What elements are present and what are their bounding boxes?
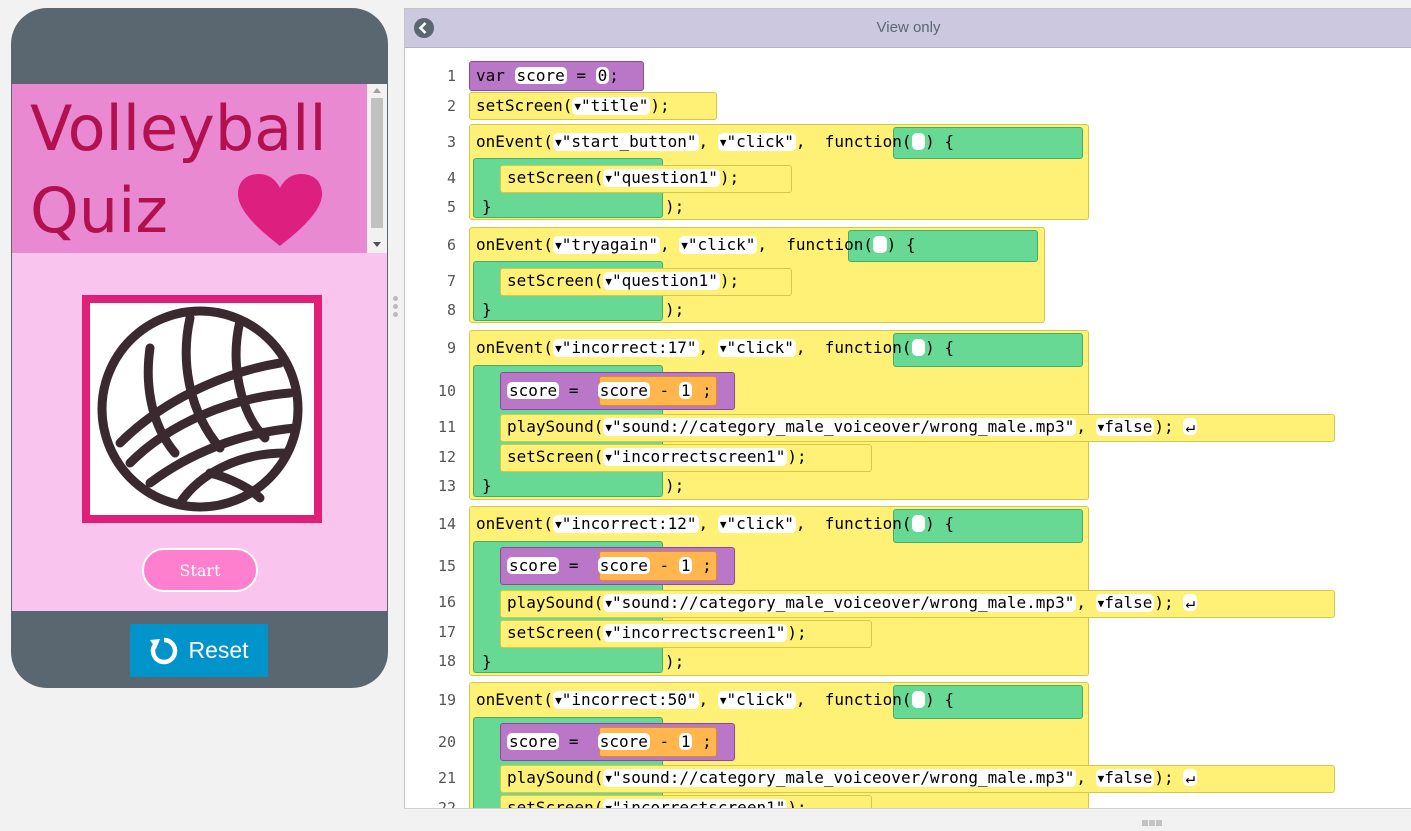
code-line-21: playSound(▼"sound://category_male_voiceo… xyxy=(507,768,1197,787)
line-number: 15 xyxy=(437,557,456,575)
app-screen: Volleyball Quiz Start xyxy=(12,84,387,611)
line-number: 9 xyxy=(446,339,456,357)
line-number: 1 xyxy=(446,67,456,85)
scrollbar-thumb[interactable] xyxy=(371,98,383,228)
code-line-12: setScreen(▼"incorrectscreen1"); xyxy=(507,447,807,466)
start-button[interactable]: Start xyxy=(142,548,258,592)
app-title-line1: Volleyball xyxy=(30,92,327,165)
reset-icon xyxy=(150,637,178,664)
code-line-3: onEvent(▼"start_button", ▼"click", funct… xyxy=(476,132,955,151)
app-title-line2: Quiz xyxy=(30,174,168,247)
line-number: 4 xyxy=(446,169,456,187)
code-line-6: onEvent(▼"tryagain", ▼"click", function(… xyxy=(476,235,916,254)
title-banner: Volleyball Quiz xyxy=(12,84,367,253)
line-number: 6 xyxy=(446,236,456,254)
code-line-16: playSound(▼"sound://category_male_voiceo… xyxy=(507,593,1197,612)
line-number: 2 xyxy=(446,97,456,115)
code-line-10: score = score - 1 ; xyxy=(507,381,712,400)
code-line-13: } ); xyxy=(482,476,685,495)
volleyball-image xyxy=(82,295,322,523)
line-number: 20 xyxy=(437,733,456,751)
line-number: 13 xyxy=(437,477,456,495)
code-line-20: score = score - 1 ; xyxy=(507,732,712,751)
code-line-5: } ); xyxy=(482,197,685,216)
banner-scrollbar[interactable] xyxy=(367,84,387,253)
line-number: 19 xyxy=(437,691,456,709)
reset-label: Reset xyxy=(188,637,249,663)
line-number: 14 xyxy=(437,515,456,533)
line-number: 12 xyxy=(437,448,456,466)
line-number: 5 xyxy=(446,198,456,216)
heart-icon xyxy=(238,174,322,246)
code-line-15: score = score - 1 ; xyxy=(507,556,712,575)
line-number: 3 xyxy=(446,133,456,151)
line-number: 10 xyxy=(437,382,456,400)
code-line-22: setScreen(▼"incorrectscreen1"); xyxy=(507,798,807,808)
line-number: 18 xyxy=(437,652,456,670)
code-line-2: setScreen(▼"title"); xyxy=(476,96,670,115)
line-number: 11 xyxy=(437,418,456,436)
code-line-8: } ); xyxy=(482,300,685,319)
code-line-14: onEvent(▼"incorrect:12", ▼"click", funct… xyxy=(476,514,955,533)
line-number: 17 xyxy=(437,623,456,641)
line-number: 8 xyxy=(446,301,456,319)
view-only-label: View only xyxy=(876,19,941,36)
volleyball-icon xyxy=(97,306,303,512)
line-number: 22 xyxy=(437,799,456,808)
code-line-19: onEvent(▼"incorrect:50", ▼"click", funct… xyxy=(476,690,955,709)
editor-bottom-bar xyxy=(404,808,1411,822)
code-line-17: setScreen(▼"incorrectscreen1"); xyxy=(507,623,807,642)
code-line-9: onEvent(▼"incorrect:17", ▼"click", funct… xyxy=(476,338,955,357)
code-line-1: var score = 0; xyxy=(476,66,619,85)
code-line-18: } ); xyxy=(482,652,685,671)
pane-resize-handle[interactable] xyxy=(393,296,399,320)
scroll-down-arrow-icon[interactable] xyxy=(373,242,381,247)
code-line-4: setScreen(▼"question1"); xyxy=(507,168,740,187)
reset-button[interactable]: Reset xyxy=(130,624,268,677)
editor-header: View only xyxy=(405,9,1411,48)
scroll-up-arrow-icon[interactable] xyxy=(373,88,381,93)
line-number: 7 xyxy=(446,272,456,290)
line-number: 16 xyxy=(437,593,456,611)
resize-grip-icon[interactable] xyxy=(1142,813,1163,831)
code-line-7: setScreen(▼"question1"); xyxy=(507,271,740,290)
code-line-11: playSound(▼"sound://category_male_voiceo… xyxy=(507,417,1197,436)
line-number: 21 xyxy=(437,769,456,787)
